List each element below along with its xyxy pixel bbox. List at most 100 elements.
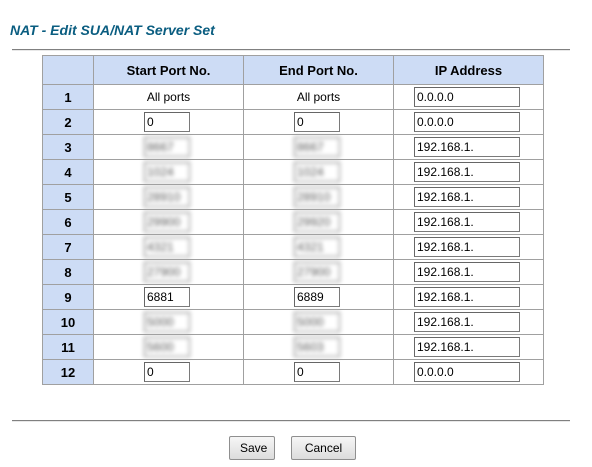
ip-address-input[interactable]: [414, 212, 520, 232]
end-port-input[interactable]: [294, 162, 340, 182]
end-port-input[interactable]: [294, 187, 340, 207]
row-number: 8: [42, 259, 94, 285]
end-port-input[interactable]: [294, 287, 340, 307]
end-port-cell: [243, 284, 394, 310]
table-row: 2: [42, 109, 544, 135]
start-port-cell: [93, 159, 244, 185]
page: NAT - Edit SUA/NAT Server Set Start Port…: [0, 0, 592, 467]
header-end-port: End Port No.: [243, 55, 394, 85]
cancel-button[interactable]: Cancel: [291, 436, 356, 460]
ip-address-input[interactable]: [414, 337, 520, 357]
end-port-input[interactable]: [294, 112, 340, 132]
start-port-input[interactable]: [144, 312, 190, 332]
start-port-input[interactable]: [144, 137, 190, 157]
start-port-cell: [93, 334, 244, 360]
end-port-cell: [243, 159, 394, 185]
row-number: 5: [42, 184, 94, 210]
end-port-input[interactable]: [294, 237, 340, 257]
header-corner: [42, 55, 94, 85]
row-number: 6: [42, 209, 94, 235]
ip-address-cell: [393, 184, 544, 210]
ip-address-cell: [393, 109, 544, 135]
row-number: 3: [42, 134, 94, 160]
end-port-input[interactable]: [294, 212, 340, 232]
table-header-row: Start Port No. End Port No. IP Address: [42, 55, 544, 85]
start-port-input[interactable]: [144, 162, 190, 182]
start-port-input[interactable]: [144, 212, 190, 232]
table-row: 11: [42, 334, 544, 360]
start-port-input[interactable]: [144, 287, 190, 307]
row-number: 9: [42, 284, 94, 310]
start-port-cell: [93, 234, 244, 260]
nat-server-table: Start Port No. End Port No. IP Address 1…: [42, 55, 544, 385]
start-port-cell: [93, 309, 244, 335]
table-row: 5: [42, 184, 544, 210]
start-port-cell: All ports: [93, 84, 244, 110]
start-port-cell: [93, 209, 244, 235]
end-port-cell: [243, 334, 394, 360]
ip-address-input[interactable]: [414, 262, 520, 282]
ip-address-cell: [393, 359, 544, 385]
end-port-cell: [243, 359, 394, 385]
start-port-input[interactable]: [144, 262, 190, 282]
ip-address-input[interactable]: [414, 312, 520, 332]
top-divider: [12, 49, 570, 51]
ip-address-input[interactable]: [414, 287, 520, 307]
start-port-cell: [93, 259, 244, 285]
row-number: 7: [42, 234, 94, 260]
start-port-cell: [93, 359, 244, 385]
end-port-cell: [243, 209, 394, 235]
start-port-cell: [93, 284, 244, 310]
row-number: 4: [42, 159, 94, 185]
bottom-divider: [12, 420, 570, 422]
ip-address-cell: [393, 334, 544, 360]
row-number: 12: [42, 359, 94, 385]
page-title: NAT - Edit SUA/NAT Server Set: [10, 22, 215, 38]
row-number: 10: [42, 309, 94, 335]
table-row: 1 All ports All ports: [42, 84, 544, 110]
ip-address-input[interactable]: [414, 362, 520, 382]
ip-address-cell: [393, 134, 544, 160]
table-row: 3: [42, 134, 544, 160]
end-port-cell: [243, 259, 394, 285]
end-port-input[interactable]: [294, 137, 340, 157]
header-start-port: Start Port No.: [93, 55, 244, 85]
ip-address-input[interactable]: [414, 187, 520, 207]
end-port-input[interactable]: [294, 312, 340, 332]
save-button[interactable]: Save: [229, 436, 275, 460]
table-row: 9: [42, 284, 544, 310]
ip-address-cell: [393, 309, 544, 335]
table-row: 8: [42, 259, 544, 285]
start-port-input[interactable]: [144, 337, 190, 357]
end-port-cell: [243, 309, 394, 335]
ip-address-cell: [393, 284, 544, 310]
ip-address-input[interactable]: [414, 112, 520, 132]
ip-address-input[interactable]: [414, 162, 520, 182]
table-row: 7: [42, 234, 544, 260]
table-row: 4: [42, 159, 544, 185]
ip-address-input[interactable]: [414, 137, 520, 157]
ip-address-cell: [393, 259, 544, 285]
start-port-text: All ports: [146, 90, 191, 104]
row-number: 11: [42, 334, 94, 360]
ip-address-input[interactable]: [414, 87, 520, 107]
ip-address-input[interactable]: [414, 237, 520, 257]
row-number: 2: [42, 109, 94, 135]
header-ip-address: IP Address: [393, 55, 544, 85]
end-port-input[interactable]: [294, 337, 340, 357]
start-port-input[interactable]: [144, 112, 190, 132]
table-row: 6: [42, 209, 544, 235]
end-port-cell: [243, 134, 394, 160]
start-port-input[interactable]: [144, 237, 190, 257]
ip-address-cell: [393, 209, 544, 235]
end-port-cell: [243, 109, 394, 135]
start-port-input[interactable]: [144, 187, 190, 207]
end-port-input[interactable]: [294, 362, 340, 382]
start-port-cell: [93, 184, 244, 210]
start-port-input[interactable]: [144, 362, 190, 382]
end-port-cell: All ports: [243, 84, 394, 110]
end-port-input[interactable]: [294, 262, 340, 282]
ip-address-cell: [393, 159, 544, 185]
end-port-cell: [243, 184, 394, 210]
table-row: 10: [42, 309, 544, 335]
